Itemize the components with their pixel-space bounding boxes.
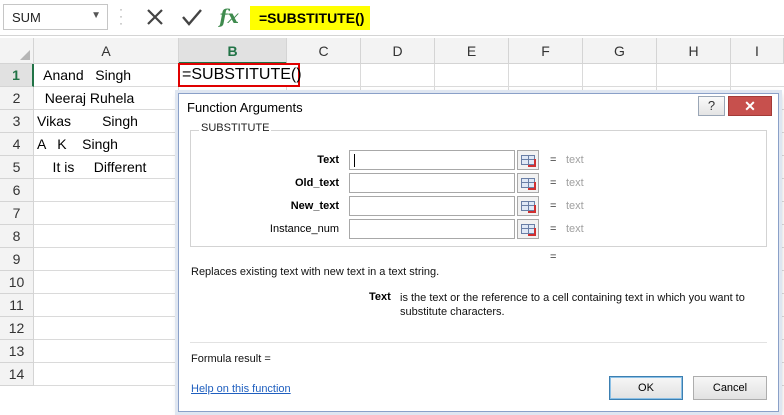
close-icon[interactable]: ✕ [728,96,772,116]
cell-a4[interactable]: A K Singh [37,133,118,156]
row-header-3[interactable]: 3 [0,110,34,133]
cell-a5[interactable]: It is Different [37,156,147,179]
row-header-10[interactable]: 10 [0,271,34,294]
arg-label-new-text: New_text [290,200,339,212]
column-header-f[interactable]: F [509,38,583,64]
help-on-function-link[interactable]: Help on this function [191,383,291,395]
chevron-down-icon[interactable]: ▼ [91,10,101,21]
arg-equals: = [550,154,557,166]
row-header-2[interactable]: 2 [0,87,34,110]
checkmark-icon [182,9,202,26]
cell-a3[interactable]: Vikas Singh [37,110,138,133]
row-header-5[interactable]: 5 [0,156,34,179]
arg-result-new-text: text [566,200,584,212]
arg-result-text: text [566,154,584,166]
arg-help-text: is the text or the reference to a cell c… [400,292,745,318]
row-header-1[interactable]: 1 [0,64,34,87]
formula-bar: SUM ▼ · · · fx =SUBSTITUTE() [0,0,784,36]
function-arguments-dialog: Function Arguments ? ✕ SUBSTITUTE Text =… [178,93,779,412]
divider [190,342,767,343]
row-header-6[interactable]: 6 [0,179,34,202]
column-header-g[interactable]: G [583,38,657,64]
arg-input-old-text[interactable] [349,173,515,193]
arg-input-text[interactable] [349,150,515,170]
arg-equals: = [550,200,557,212]
arg-equals: = [550,177,557,189]
function-result-equals: = [550,251,557,263]
cancel-button[interactable]: Cancel [693,376,767,400]
select-all-button[interactable] [0,38,34,64]
collapse-dialog-button[interactable] [517,219,539,239]
arg-result-instance-num: text [566,223,584,235]
arg-label-text: Text [317,154,339,166]
name-box[interactable]: SUM ▼ [3,4,108,30]
column-header-d[interactable]: D [361,38,435,64]
gridline [34,86,784,87]
arg-input-instance-num[interactable] [349,219,515,239]
collapse-dialog-button[interactable] [517,173,539,193]
cell-a1[interactable]: Anand Singh [40,64,131,87]
formula-input[interactable]: =SUBSTITUTE() [250,6,370,30]
enter-formula-button[interactable] [177,4,207,30]
arg-label-instance-num: Instance_num [269,223,339,235]
column-header-h[interactable]: H [657,38,731,64]
column-header-i[interactable]: I [731,38,784,64]
collapse-dialog-button[interactable] [517,196,539,216]
dialog-titlebar[interactable]: Function Arguments ? ✕ [179,94,778,120]
cell-a2[interactable]: Neeraj Ruhela [37,87,135,110]
row-header-8[interactable]: 8 [0,225,34,248]
cell-b1[interactable]: =SUBSTITUTE() [178,63,302,87]
arg-help-name: Text [369,291,391,303]
insert-function-button[interactable]: fx [214,4,244,30]
close-icon [147,9,163,25]
ok-button[interactable]: OK [609,376,683,400]
row-header-12[interactable]: 12 [0,317,34,340]
column-header-b[interactable]: B [179,38,287,64]
dialog-title: Function Arguments [187,100,303,115]
arg-input-new-text[interactable] [349,196,515,216]
row-header-7[interactable]: 7 [0,202,34,225]
column-header-a[interactable]: A [34,38,179,64]
cancel-formula-button[interactable] [140,4,170,30]
column-header-c[interactable]: C [287,38,361,64]
arg-equals: = [550,223,557,235]
row-header-13[interactable]: 13 [0,340,34,363]
help-icon[interactable]: ? [698,96,725,116]
collapse-dialog-button[interactable] [517,150,539,170]
name-box-value: SUM [12,10,41,25]
row-header-14[interactable]: 14 [0,363,34,386]
formula-result: Formula result = [191,353,271,365]
arg-label-old-text: Old_text [294,177,339,189]
function-name: SUBSTITUTE [199,122,272,134]
row-header-4[interactable]: 4 [0,133,34,156]
function-description: Replaces existing text with new text in … [191,266,440,278]
drag-handle-icon[interactable]: · · · [119,3,125,29]
column-header-e[interactable]: E [435,38,509,64]
row-header-11[interactable]: 11 [0,294,34,317]
arg-result-old-text: text [566,177,584,189]
row-header-9[interactable]: 9 [0,248,34,271]
